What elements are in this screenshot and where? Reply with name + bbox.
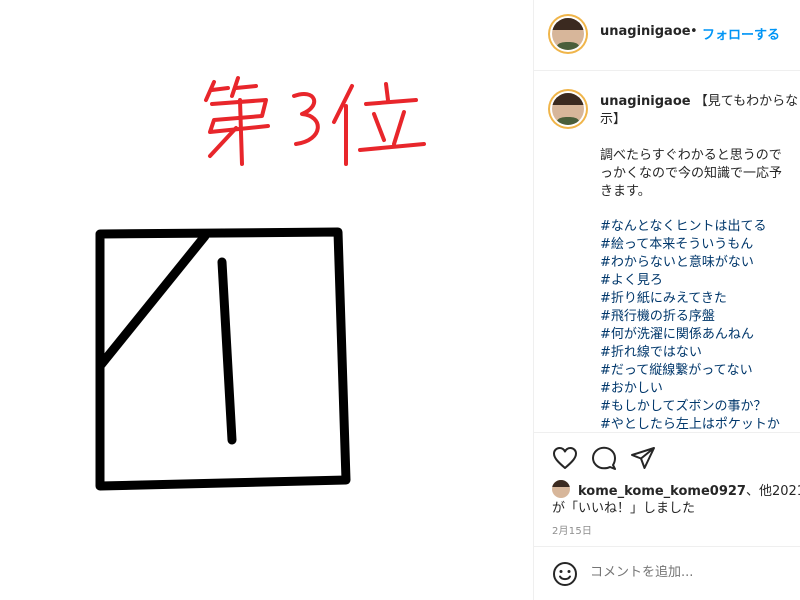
caption-body-line: きます。: [600, 184, 651, 199]
hashtag-link[interactable]: #絵って本来そういうもん: [600, 236, 800, 254]
post-image[interactable]: [0, 0, 533, 600]
action-bar-divider: [534, 432, 800, 433]
caption-title: unaginigaoe 【見てもわからな 示】: [600, 93, 800, 129]
caption-title-line1: 【見てもわからな: [694, 94, 799, 109]
black-drawing: [95, 227, 351, 491]
caption-avatar[interactable]: [548, 89, 588, 129]
post-sidebar: unaginigaoe • フォローする unaginigaoe 【見てもわから…: [533, 0, 800, 600]
header-username[interactable]: unaginigaoe: [600, 24, 691, 39]
paper-plane-icon[interactable]: [630, 446, 656, 474]
liker-avatar[interactable]: [552, 480, 570, 498]
hashtag-link[interactable]: #やとしたら左上はポケットか: [600, 416, 800, 431]
heart-icon[interactable]: [552, 446, 578, 474]
likes-line2: が「いいね！」しました: [552, 501, 696, 516]
caption-scroll-area[interactable]: unaginigaoe 【見てもわからな 示】 調べたらすぐわかると思うので っ…: [534, 71, 800, 431]
caption-username[interactable]: unaginigaoe: [600, 94, 691, 109]
hashtag-link[interactable]: #わからないと意味がない: [600, 254, 800, 272]
separator-dot: •: [690, 24, 698, 39]
caption-body-line: 調べたらすぐわかると思うので: [600, 148, 782, 163]
hashtag-link[interactable]: #もしかしてズボンの事か？: [600, 398, 800, 416]
caption-title-line2: 示】: [600, 112, 627, 127]
likes-count-text[interactable]: 、他2021人: [746, 484, 800, 499]
comment-input[interactable]: [590, 565, 790, 580]
hashtag-link[interactable]: #折れ線ではない: [600, 344, 800, 362]
caption-body-line: っかくなので今の知識で一応予: [600, 166, 783, 181]
hashtag-link[interactable]: #何が洗濯に関係あんねん: [600, 326, 800, 344]
hashtag-link[interactable]: #なんとなくヒントは出てる: [600, 218, 800, 236]
post-header: unaginigaoe • フォローする: [534, 0, 800, 71]
hashtag-link[interactable]: #おかしい: [600, 380, 800, 398]
comment-bubble-icon[interactable]: [591, 446, 617, 474]
avatar[interactable]: [548, 14, 588, 54]
post-date[interactable]: 2月15日: [552, 522, 592, 537]
comment-bar: [534, 546, 800, 600]
heading-handwriting: [204, 76, 426, 166]
hashtag-link[interactable]: #だって縦線繋がってない: [600, 362, 800, 380]
post-drawing: [95, 76, 426, 491]
hashtag-link[interactable]: #よく見ろ: [600, 272, 800, 290]
follow-button[interactable]: フォローする: [702, 24, 780, 43]
smiley-icon[interactable]: [552, 561, 578, 591]
hashtag-list: #なんとなくヒントは出てる #絵って本来そういうもん #わからないと意味がない …: [600, 218, 800, 431]
caption-body: 調べたらすぐわかると思うので っかくなので今の知識で一応予 きます。: [600, 147, 800, 201]
hashtag-link[interactable]: #折り紙にみえてきた: [600, 290, 800, 308]
hashtag-link[interactable]: #飛行機の折る序盤: [600, 308, 800, 326]
